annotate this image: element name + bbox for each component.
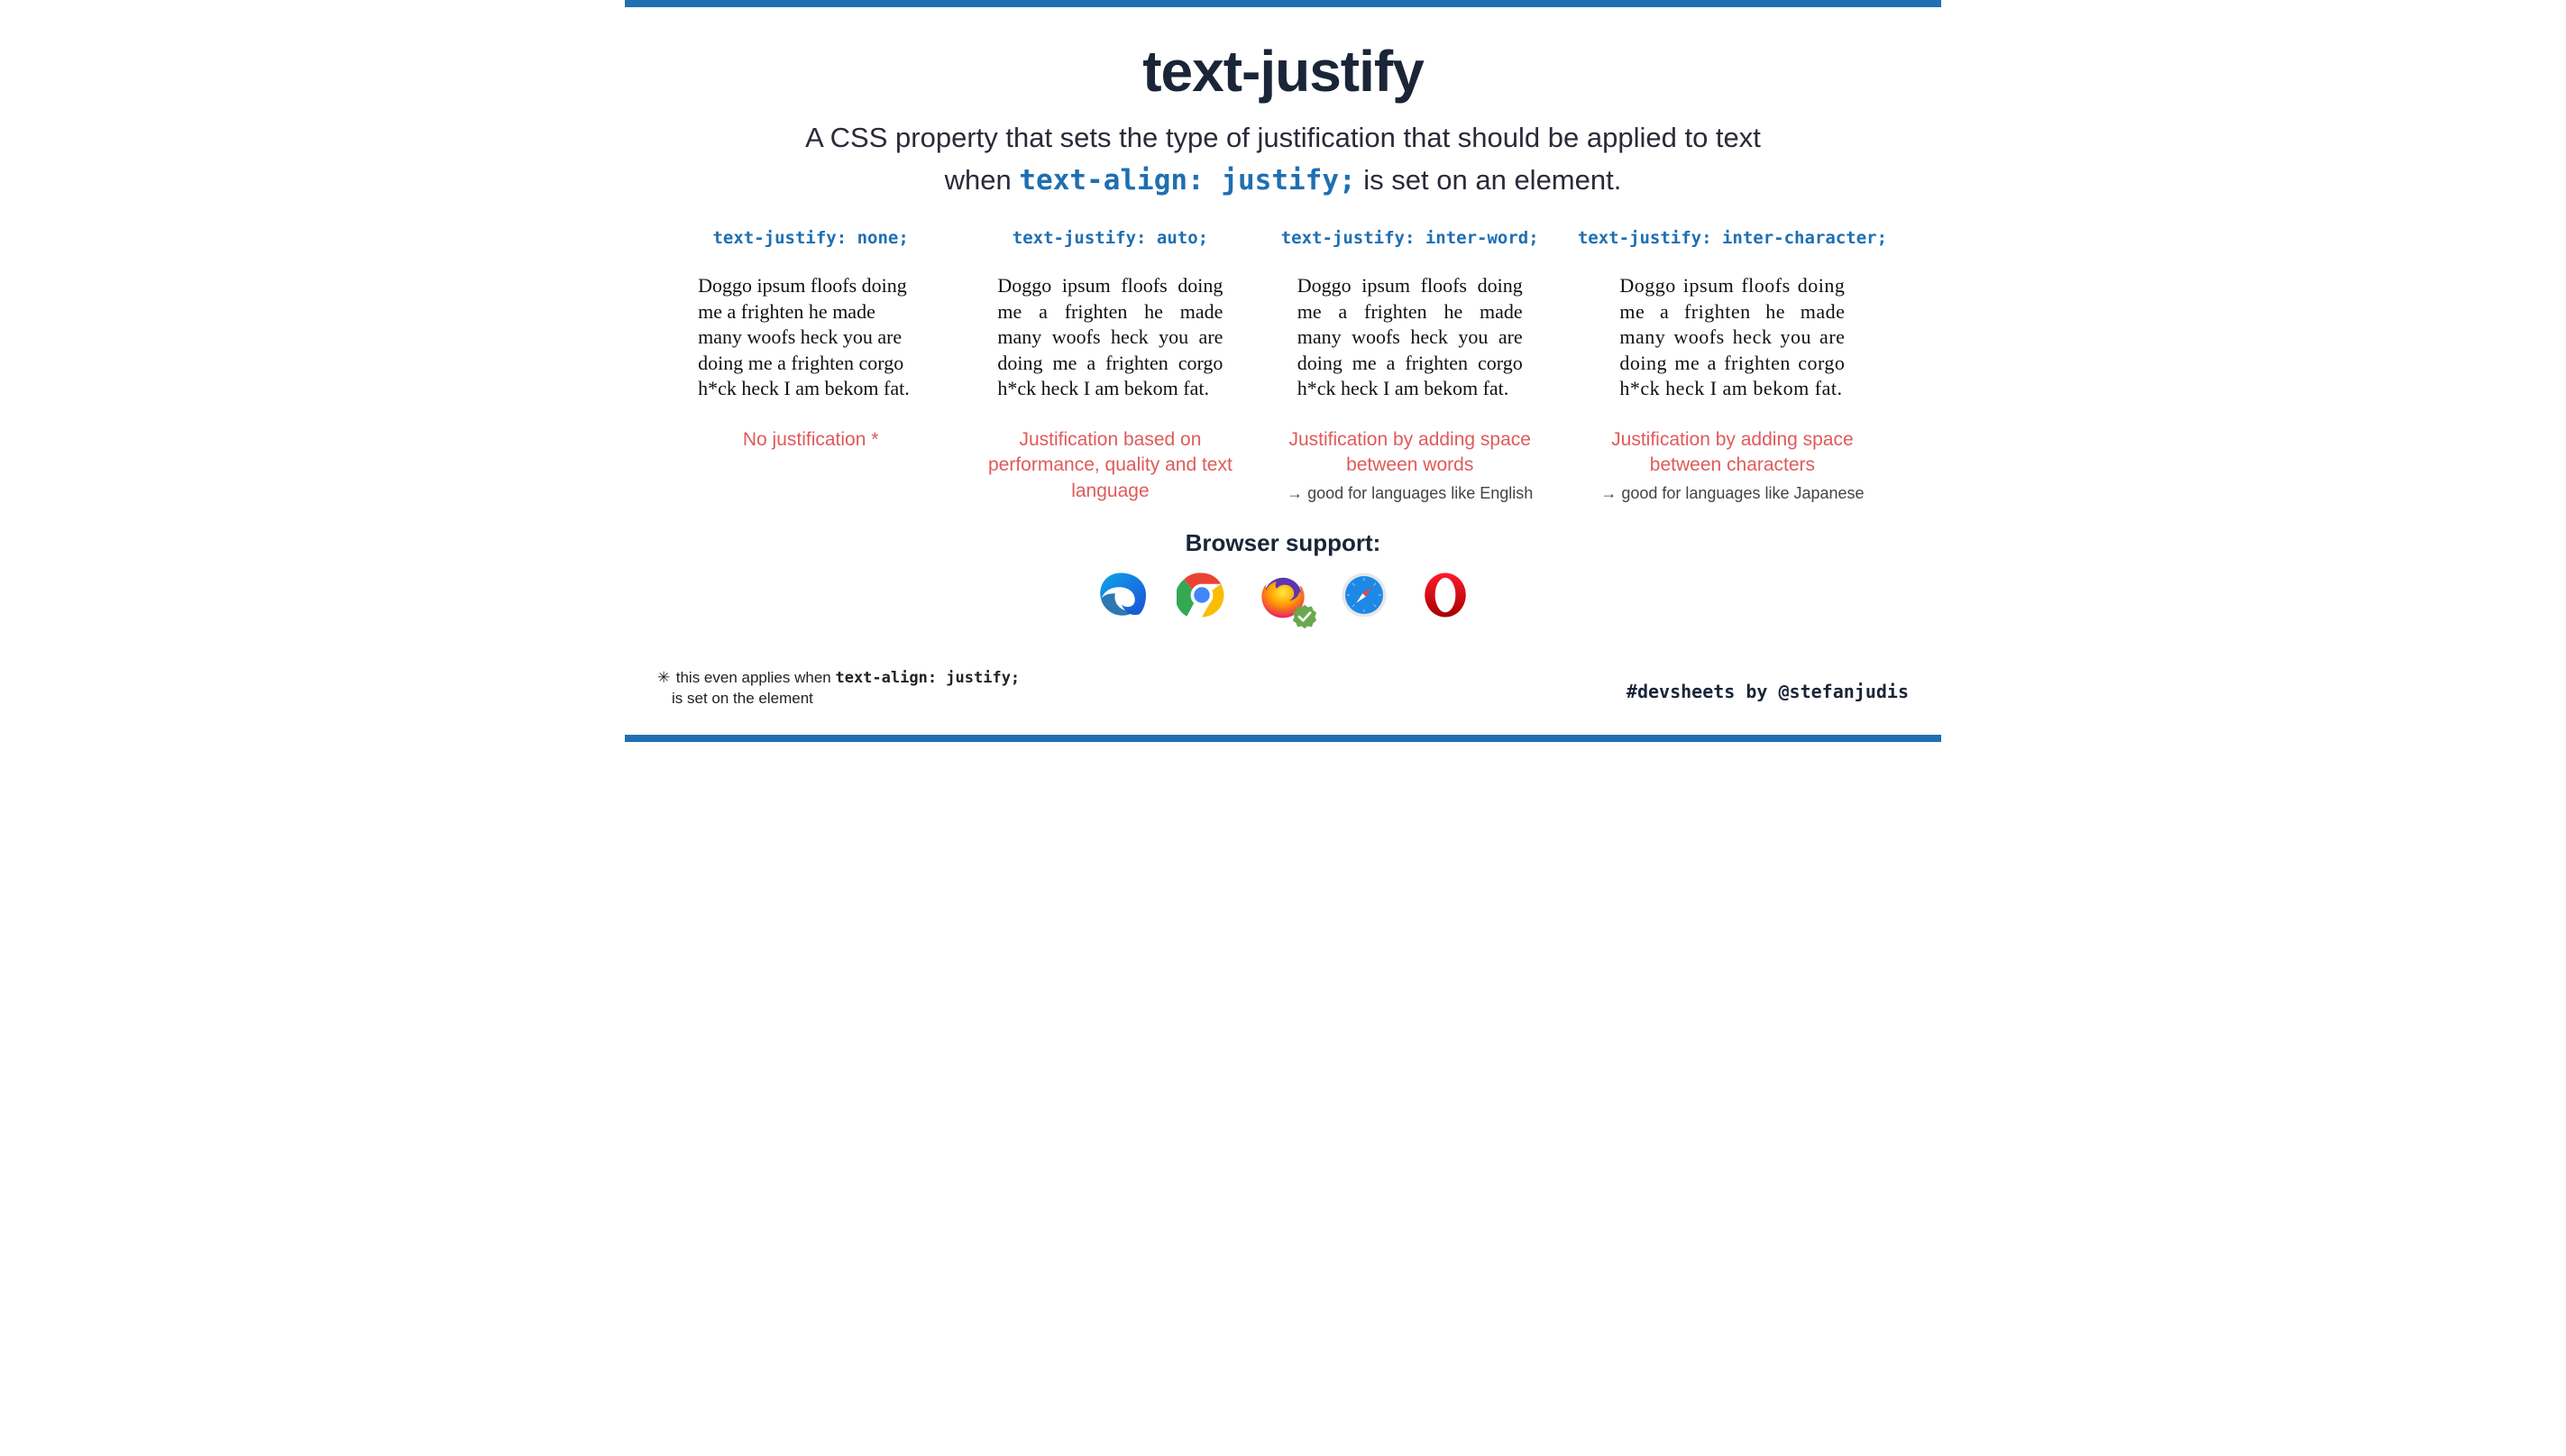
caption-auto: Justification based on performance, qual…: [978, 427, 1242, 504]
subtitle-lead: A CSS property that sets the type of jus…: [805, 122, 1761, 153]
checkmark-badge-icon: [1292, 604, 1317, 629]
col-inter-character: text-justify: inter-character; Doggo ips…: [1578, 228, 1887, 504]
chrome-icon: [1177, 570, 1227, 620]
note-inter-character: → good for languages like Japanese: [1578, 484, 1887, 503]
edge-icon: [1095, 570, 1146, 620]
credit: #devsheets by @stefanjudis: [1627, 681, 1909, 702]
col-head-none: text-justify: none;: [679, 228, 942, 248]
col-auto: text-justify: auto; Doggo ipsum floofs d…: [978, 228, 1242, 504]
caption-none: No justification *: [679, 427, 942, 453]
footnote: ✳ this even applies when text-align: jus…: [657, 668, 1020, 710]
sample-none: Doggo ipsum floofs doing me a frighten h…: [698, 273, 923, 402]
note-inter-word: → good for languages like English: [1278, 484, 1542, 503]
firefox-icon: [1258, 570, 1308, 620]
safari-icon: [1339, 570, 1389, 620]
col-head-inter-character: text-justify: inter-character;: [1578, 228, 1887, 248]
col-head-inter-word: text-justify: inter-word;: [1278, 228, 1542, 248]
caption-inter-character: Justification by adding space between ch…: [1578, 427, 1887, 479]
devsheet-card: text-justify A CSS property that sets th…: [625, 0, 1941, 742]
sample-inter-character: Doggo ipsum floofs doing me a frighten h…: [1619, 273, 1845, 402]
subtitle-tail: is set on an element.: [1356, 164, 1622, 196]
page-title: text-justify: [625, 38, 1941, 105]
sample-inter-word: Doggo ipsum floofs doing me a frighten h…: [1297, 273, 1523, 402]
footnote-lead: this even applies when: [676, 669, 836, 686]
browser-support-label: Browser support:: [625, 529, 1941, 557]
examples-grid: text-justify: none; Doggo ipsum floofs d…: [625, 201, 1941, 504]
sample-auto: Doggo ipsum floofs doing me a frighten h…: [997, 273, 1223, 402]
subtitle: A CSS property that sets the type of jus…: [625, 117, 1941, 201]
col-inter-word: text-justify: inter-word; Doggo ipsum fl…: [1278, 228, 1542, 504]
footnote-tail: is set on the element: [672, 689, 813, 710]
caption-inter-word: Justification by adding space between wo…: [1278, 427, 1542, 479]
opera-icon: [1420, 570, 1471, 620]
footnote-code: text-align: justify;: [835, 669, 1020, 687]
col-head-auto: text-justify: auto;: [978, 228, 1242, 248]
browser-icons-row: [625, 570, 1941, 620]
subtitle-code: text-align: justify;: [1019, 164, 1355, 197]
col-none: text-justify: none; Doggo ipsum floofs d…: [679, 228, 942, 504]
footnote-star: ✳: [657, 668, 672, 689]
subtitle-when: when: [945, 164, 1020, 196]
